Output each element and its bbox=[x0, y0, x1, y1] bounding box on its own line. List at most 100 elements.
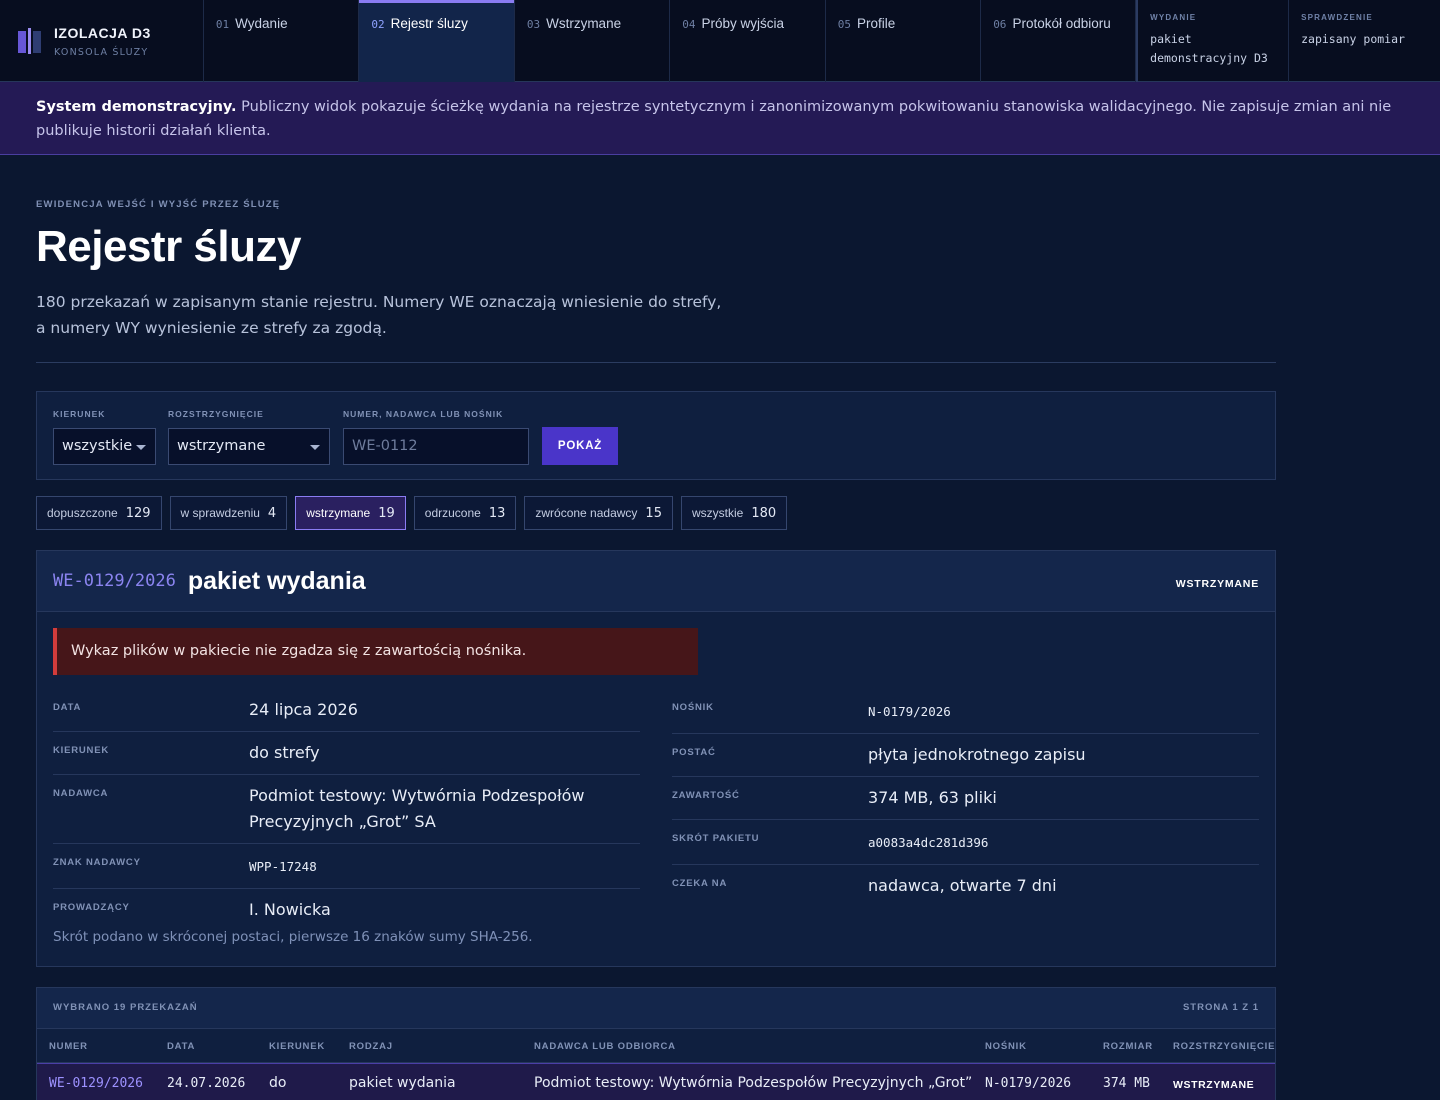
tab-label: Próby wyjścia bbox=[701, 16, 785, 31]
chip-wstrzymane[interactable]: wstrzymane 19 bbox=[295, 496, 406, 530]
table-row[interactable]: WE-0129/2026 24.07.2026 do pakiet wydani… bbox=[37, 1063, 1275, 1100]
chip-odrzucone[interactable]: odrzucone 13 bbox=[413, 496, 517, 530]
tab-number: 06 bbox=[993, 18, 1007, 31]
tab-proby-wyjscia[interactable]: 04 Próby wyjścia bbox=[670, 0, 826, 82]
brand-subtitle: KONSOLA ŚLUZY bbox=[54, 46, 149, 58]
column-header[interactable]: RODZAJ bbox=[349, 1041, 393, 1052]
transfers-table: WYBRANO 19 PRZEKAZAŃ STRONA 1 Z 1 NUMER … bbox=[36, 987, 1276, 1100]
chip-count: 129 bbox=[125, 505, 151, 521]
tab-number: 05 bbox=[837, 18, 851, 31]
detail-value: 374 MB, 63 pliki bbox=[868, 788, 997, 807]
detail-value: Podmiot testowy: Wytwórnia Podzespołów P… bbox=[249, 786, 585, 831]
tab-wstrzymane[interactable]: 03 Wstrzymane bbox=[515, 0, 671, 82]
tab-profile[interactable]: 05 Profile bbox=[826, 0, 982, 82]
chip-zwrocone-nadawcy[interactable]: zwrócone nadawcy 15 bbox=[524, 496, 673, 530]
page-eyebrow: EWIDENCJA WEJŚĆ I WYJŚĆ PRZEZ ŚLUZĘ bbox=[36, 199, 281, 210]
table-summary: WYBRANO 19 PRZEKAZAŃ STRONA 1 Z 1 bbox=[37, 988, 1275, 1029]
chip-label: wstrzymane bbox=[306, 506, 371, 520]
transfer-number[interactable]: WE-0129/2026 bbox=[53, 571, 176, 591]
column-header[interactable]: NUMER bbox=[49, 1041, 88, 1052]
demo-banner: System demonstracyjny. Publiczny widok p… bbox=[0, 82, 1440, 155]
direction-select[interactable]: wszystkie bbox=[53, 428, 156, 465]
row-party: Podmiot testowy: Wytwórnia Podzespołów P… bbox=[534, 1075, 973, 1091]
detail-key: ZNAK NADAWCY bbox=[53, 857, 141, 868]
tab-number: 01 bbox=[215, 18, 230, 31]
chip-label: odrzucone bbox=[424, 506, 481, 520]
detail-value: a0083a4dc281d396 bbox=[868, 835, 989, 850]
tab-protokol-odbioru[interactable]: 06 Protokół odbioru bbox=[981, 0, 1137, 82]
resolution-chips: dopuszczone 129 w sprawdzeniu 4 wstrzyma… bbox=[36, 496, 788, 530]
chip-count: 15 bbox=[645, 505, 662, 521]
page-description: 180 przekazań w zapisanym stanie rejestr… bbox=[36, 293, 722, 337]
check-meta: SPRAWDZENIE zapisany pomiar bbox=[1288, 0, 1440, 82]
detail-row: SKRÓT PAKIETU a0083a4dc281d396 bbox=[672, 820, 1259, 865]
detail-key: ZAWARTOŚĆ bbox=[672, 790, 740, 801]
tab-number: 02 bbox=[371, 18, 385, 31]
detail-key: NOŚNIK bbox=[672, 702, 714, 713]
detail-list-left: DATA 24 lipca 2026 KIERUNEK do strefy NA… bbox=[53, 689, 640, 931]
detail-key: SKRÓT PAKIETU bbox=[672, 833, 760, 844]
search-input[interactable]: WE-0112 bbox=[343, 428, 529, 465]
row-kind: pakiet wydania bbox=[349, 1075, 456, 1091]
detail-value: 24 lipca 2026 bbox=[249, 700, 358, 719]
meta-value: pakiet demonstracyjny D3 bbox=[1150, 32, 1268, 65]
detail-value: płyta jednokrotnego zapisu bbox=[868, 745, 1086, 764]
tab-label: Rejestr śluzy bbox=[390, 16, 468, 31]
tab-number: 03 bbox=[526, 18, 541, 31]
tab-label: Profile bbox=[856, 16, 896, 31]
column-header[interactable]: NOŚNIK bbox=[985, 1041, 1027, 1052]
row-number-link[interactable]: WE-0129/2026 bbox=[49, 1076, 143, 1091]
brand[interactable]: IZOLACJA D3 KONSOLA ŚLUZY bbox=[0, 0, 204, 82]
detail-row: ZNAK NADAWCY WPP-17248 bbox=[53, 844, 640, 889]
filter-form: KIERUNEK wszystkie ROZSTRZYGNIĘCIE wstrz… bbox=[36, 391, 1276, 480]
brand-title: IZOLACJA D3 bbox=[54, 24, 151, 41]
column-header[interactable]: DATA bbox=[167, 1041, 195, 1052]
airlock-logo-icon bbox=[18, 28, 42, 54]
banner-strong: System demonstracyjny. bbox=[36, 99, 237, 115]
detail-list-right: NOŚNIK N-0179/2026 POSTAĆ płyta jednokro… bbox=[672, 689, 1259, 907]
chip-dopuszczone[interactable]: dopuszczone 129 bbox=[36, 496, 162, 530]
chip-wszystkie[interactable]: wszystkie 180 bbox=[680, 496, 788, 530]
tab-wydanie[interactable]: 01 Wydanie bbox=[204, 0, 360, 82]
resolution-label: ROZSTRZYGNIĘCIE bbox=[168, 409, 264, 419]
transfer-detail-card: WE-0129/2026 pakiet wydania WSTRZYMANE W… bbox=[36, 550, 1276, 967]
top-bar: IZOLACJA D3 KONSOLA ŚLUZY 01 Wydanie 02 Re… bbox=[0, 0, 1440, 82]
show-button[interactable]: POKAŻ bbox=[542, 427, 618, 465]
column-header[interactable]: ROZMIAR bbox=[1103, 1041, 1153, 1052]
detail-row: DATA 24 lipca 2026 bbox=[53, 689, 640, 732]
detail-value: WPP-17248 bbox=[249, 859, 317, 874]
divider bbox=[36, 362, 1276, 363]
chevron-down-icon bbox=[136, 445, 146, 450]
resolution-value: wstrzymane bbox=[177, 438, 266, 454]
resolution-select[interactable]: wstrzymane bbox=[168, 428, 330, 465]
column-header[interactable]: NADAWCA LUB ODBIORCA bbox=[534, 1041, 676, 1052]
table-header: NUMER DATA KIERUNEK RODZAJ NADAWCA LUB O… bbox=[37, 1029, 1275, 1063]
chip-label: wszystkie bbox=[691, 506, 744, 520]
chip-count: 180 bbox=[751, 505, 777, 521]
direction-value: wszystkie bbox=[62, 438, 133, 454]
row-date: 24.07.2026 bbox=[167, 1076, 246, 1091]
tab-rejestr-sluzy[interactable]: 02 Rejestr śluzy bbox=[359, 0, 515, 82]
tab-label: Wstrzymane bbox=[546, 16, 622, 31]
row-size: 374 MB bbox=[1103, 1076, 1150, 1091]
tab-number: 04 bbox=[682, 18, 696, 31]
chip-count: 13 bbox=[488, 505, 506, 521]
detail-key: KIERUNEK bbox=[53, 745, 110, 756]
detail-value: I. Nowicka bbox=[249, 900, 331, 919]
column-header[interactable]: ROZSTRZYGNIĘCIE bbox=[1173, 1041, 1275, 1052]
chip-count: 4 bbox=[267, 505, 277, 521]
detail-key: DATA bbox=[53, 702, 82, 713]
banner-text: Publiczny widok pokazuje ścieżkę wydania… bbox=[36, 99, 1392, 139]
detail-row: KIERUNEK do strefy bbox=[53, 732, 640, 775]
status-badge: WSTRZYMANE bbox=[1175, 578, 1259, 590]
detail-row: PROWADZĄCY I. Nowicka bbox=[53, 889, 640, 931]
tab-label: Protokół odbioru bbox=[1012, 16, 1111, 31]
meta-label: WYDANIE bbox=[1150, 13, 1197, 22]
column-header[interactable]: KIERUNEK bbox=[269, 1041, 325, 1052]
chip-w-sprawdzeniu[interactable]: w sprawdzeniu 4 bbox=[169, 496, 288, 530]
selected-count: WYBRANO 19 PRZEKAZAŃ bbox=[53, 1002, 198, 1013]
detail-row: NOŚNIK N-0179/2026 bbox=[672, 689, 1259, 734]
chevron-down-icon bbox=[310, 445, 320, 450]
card-header: WE-0129/2026 pakiet wydania WSTRZYMANE bbox=[37, 551, 1275, 612]
search-label: NUMER, NADAWCA LUB NOŚNIK bbox=[343, 409, 504, 419]
